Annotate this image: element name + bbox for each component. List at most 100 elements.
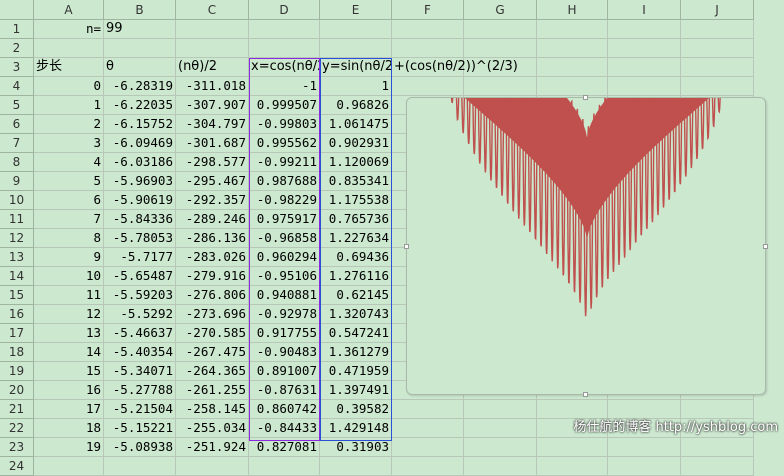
- data-cell[interactable]: -292.357: [176, 191, 249, 210]
- data-cell[interactable]: -301.687: [176, 134, 249, 153]
- cell[interactable]: [681, 457, 754, 476]
- data-cell[interactable]: 10: [34, 267, 104, 286]
- cell[interactable]: [249, 457, 320, 476]
- data-cell[interactable]: 2: [34, 115, 104, 134]
- cell[interactable]: [464, 457, 537, 476]
- data-cell[interactable]: 9: [34, 248, 104, 267]
- data-cell[interactable]: -307.907: [176, 96, 249, 115]
- row-header-11[interactable]: 11: [0, 210, 34, 229]
- cell[interactable]: [537, 20, 608, 39]
- row-header-16[interactable]: 16: [0, 305, 34, 324]
- data-cell[interactable]: 16: [34, 381, 104, 400]
- cell[interactable]: [681, 77, 754, 96]
- column-header-a[interactable]: A: [34, 0, 104, 20]
- data-cell[interactable]: -5.7177: [104, 248, 176, 267]
- data-cell[interactable]: 5: [34, 172, 104, 191]
- cell[interactable]: [537, 39, 608, 58]
- data-cell[interactable]: -5.90619: [104, 191, 176, 210]
- cell[interactable]: [681, 58, 754, 77]
- resize-handle-top[interactable]: [583, 95, 588, 100]
- row-header-13[interactable]: 13: [0, 248, 34, 267]
- cell[interactable]: [537, 58, 608, 77]
- data-cell[interactable]: -5.21504: [104, 400, 176, 419]
- data-cell[interactable]: 8: [34, 229, 104, 248]
- header-cell-f[interactable]: +(cos(nθ/2))^(2/3): [392, 58, 518, 77]
- data-cell[interactable]: 11: [34, 286, 104, 305]
- data-cell[interactable]: -6.28319: [104, 77, 176, 96]
- row-header-20[interactable]: 20: [0, 381, 34, 400]
- data-cell[interactable]: 7: [34, 210, 104, 229]
- data-cell[interactable]: -6.09469: [104, 134, 176, 153]
- resize-handle-left[interactable]: [404, 244, 409, 249]
- data-cell[interactable]: -5.65487: [104, 267, 176, 286]
- data-cell[interactable]: 3: [34, 134, 104, 153]
- cell[interactable]: [608, 58, 681, 77]
- cell-n-label[interactable]: n=: [34, 20, 104, 39]
- row-header-15[interactable]: 15: [0, 286, 34, 305]
- resize-handle-right[interactable]: [763, 244, 768, 249]
- column-header-j[interactable]: J: [681, 0, 754, 20]
- data-cell[interactable]: -283.026: [176, 248, 249, 267]
- select-all-corner[interactable]: [0, 0, 34, 20]
- row-header-24[interactable]: 24: [0, 457, 34, 476]
- column-header-b[interactable]: B: [104, 0, 176, 20]
- data-cell[interactable]: -6.15752: [104, 115, 176, 134]
- data-cell[interactable]: 1: [34, 96, 104, 115]
- cell[interactable]: [464, 77, 537, 96]
- column-header-e[interactable]: E: [320, 0, 392, 20]
- data-cell[interactable]: -5.15221: [104, 419, 176, 438]
- cell[interactable]: [104, 457, 176, 476]
- data-cell[interactable]: 12: [34, 305, 104, 324]
- cell[interactable]: [176, 457, 249, 476]
- column-header-i[interactable]: I: [608, 0, 681, 20]
- data-cell[interactable]: 0: [34, 77, 104, 96]
- row-header-4[interactable]: 4: [0, 77, 34, 96]
- data-cell[interactable]: 4: [34, 153, 104, 172]
- data-cell[interactable]: -295.467: [176, 172, 249, 191]
- data-cell[interactable]: 13: [34, 324, 104, 343]
- column-header-c[interactable]: C: [176, 0, 249, 20]
- cell[interactable]: [34, 39, 104, 58]
- cell[interactable]: [537, 77, 608, 96]
- data-cell[interactable]: -311.018: [176, 77, 249, 96]
- row-header-5[interactable]: 5: [0, 96, 34, 115]
- data-cell[interactable]: -5.27788: [104, 381, 176, 400]
- data-cell[interactable]: -273.696: [176, 305, 249, 324]
- cell[interactable]: [537, 457, 608, 476]
- row-header-10[interactable]: 10: [0, 191, 34, 210]
- cell[interactable]: [320, 457, 392, 476]
- row-header-6[interactable]: 6: [0, 115, 34, 134]
- row-header-3[interactable]: 3: [0, 58, 34, 77]
- column-header-f[interactable]: F: [392, 0, 464, 20]
- cell[interactable]: [608, 457, 681, 476]
- row-header-8[interactable]: 8: [0, 153, 34, 172]
- data-cell[interactable]: -258.145: [176, 400, 249, 419]
- cell[interactable]: [464, 419, 537, 438]
- data-cell[interactable]: -5.96903: [104, 172, 176, 191]
- cell[interactable]: [681, 39, 754, 58]
- data-cell[interactable]: -5.34071: [104, 362, 176, 381]
- cell[interactable]: [320, 39, 392, 58]
- data-cell[interactable]: -298.577: [176, 153, 249, 172]
- data-cell[interactable]: -279.916: [176, 267, 249, 286]
- cell[interactable]: [681, 20, 754, 39]
- cell[interactable]: [392, 400, 464, 419]
- data-cell[interactable]: -5.84336: [104, 210, 176, 229]
- data-cell[interactable]: -255.034: [176, 419, 249, 438]
- cell[interactable]: [34, 457, 104, 476]
- data-cell[interactable]: -289.246: [176, 210, 249, 229]
- data-cell[interactable]: -304.797: [176, 115, 249, 134]
- data-cell[interactable]: -270.585: [176, 324, 249, 343]
- heart-chart[interactable]: [404, 95, 768, 397]
- column-header-h[interactable]: H: [537, 0, 608, 20]
- cell[interactable]: [392, 457, 464, 476]
- cell[interactable]: [464, 20, 537, 39]
- row-header-21[interactable]: 21: [0, 400, 34, 419]
- column-header-g[interactable]: G: [464, 0, 537, 20]
- data-cell[interactable]: -267.475: [176, 343, 249, 362]
- cell[interactable]: [249, 20, 320, 39]
- data-cell[interactable]: -264.365: [176, 362, 249, 381]
- resize-handle-bottom[interactable]: [583, 392, 588, 397]
- header-cell-c[interactable]: (nθ)/2: [176, 58, 249, 77]
- row-header-22[interactable]: 22: [0, 419, 34, 438]
